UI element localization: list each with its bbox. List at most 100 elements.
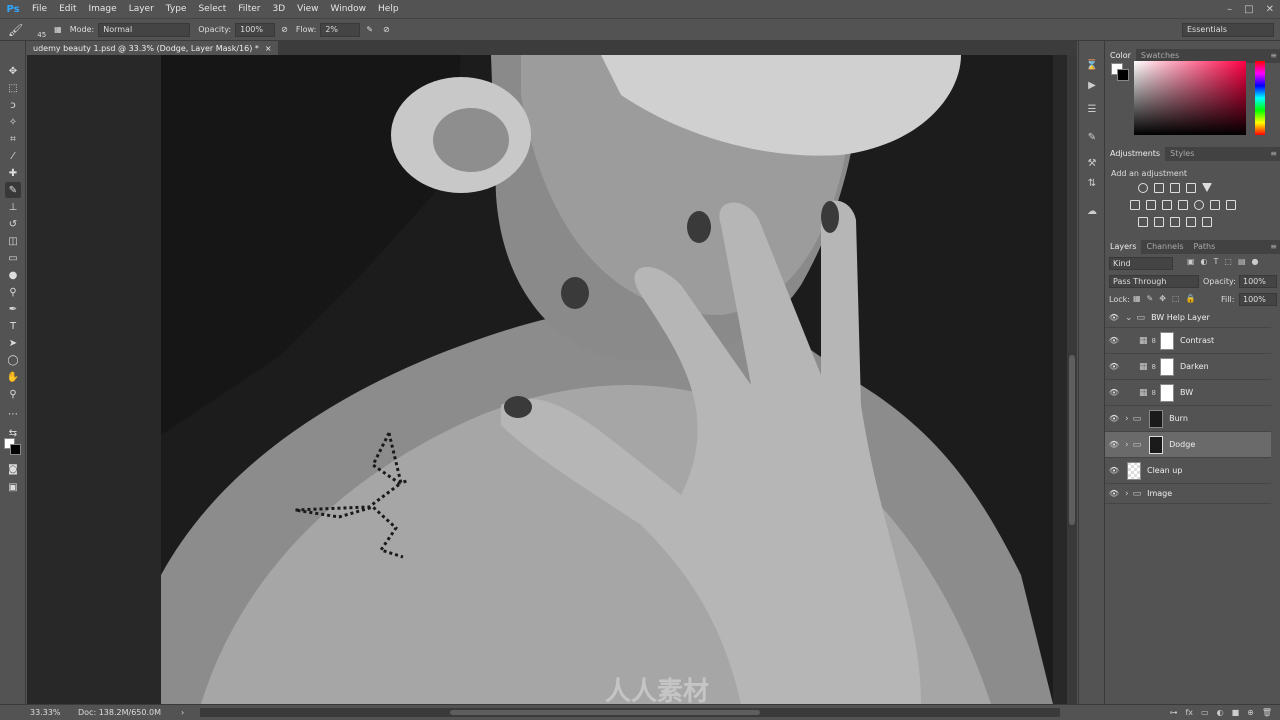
hue-saturation-icon[interactable] (1130, 200, 1140, 210)
menu-image[interactable]: Image (83, 0, 123, 18)
close-button[interactable]: ✕ (1266, 4, 1274, 15)
eraser-tool-icon[interactable]: ◫ (5, 233, 21, 249)
menu-window[interactable]: Window (325, 0, 373, 18)
tab-styles[interactable]: Styles (1165, 147, 1199, 161)
expand-arrow-icon[interactable]: › (1125, 489, 1129, 499)
dodge-tool-icon[interactable]: ⚲ (5, 284, 21, 300)
fill-input[interactable]: 100% (1239, 293, 1277, 306)
menu-view[interactable]: View (291, 0, 324, 18)
layers-panel-menu-icon[interactable]: ≡ (1270, 240, 1277, 254)
horizontal-scroll-thumb[interactable] (450, 710, 760, 715)
color-lookup-icon[interactable] (1210, 200, 1220, 210)
exposure-icon[interactable] (1186, 183, 1196, 193)
tab-paths[interactable]: Paths (1189, 240, 1221, 254)
properties-panel-icon[interactable]: ☰ (1085, 103, 1099, 117)
visibility-eye-icon[interactable]: 👁 (1105, 362, 1123, 371)
layer-opacity-input[interactable]: 100% (1239, 275, 1277, 288)
hand-tool-icon[interactable]: ✋ (5, 369, 21, 385)
flow-input[interactable]: 2% (320, 22, 361, 37)
expand-arrow-icon[interactable]: › (1125, 440, 1129, 450)
brush-preset-picker[interactable]: 🖌 45 (8, 23, 46, 39)
zoom-tool-icon[interactable]: ⚲ (5, 386, 21, 402)
layer-filter-kind[interactable]: Kind (1109, 257, 1173, 270)
color-background-swatch[interactable] (1117, 69, 1129, 81)
tab-layers[interactable]: Layers (1105, 240, 1142, 254)
lock-icons[interactable]: ▦✎✥⬚🔒 (1133, 294, 1201, 303)
layer-mask-thumbnail[interactable] (1159, 357, 1174, 376)
visibility-eye-icon[interactable]: 👁 (1105, 388, 1123, 397)
type-tool-icon[interactable]: T (5, 318, 21, 334)
layer-row[interactable]: 👁 › ▭ Burn (1105, 406, 1271, 432)
gradient-map-icon[interactable] (1202, 217, 1212, 227)
vertical-scroll-thumb[interactable] (1069, 355, 1075, 525)
tab-adjustments[interactable]: Adjustments (1105, 147, 1166, 161)
menu-file[interactable]: File (26, 0, 53, 18)
healing-tool-icon[interactable]: ✚ (5, 165, 21, 181)
close-document-icon[interactable]: × (265, 44, 272, 53)
vibrance-icon[interactable] (1202, 183, 1212, 192)
color-picker-field[interactable] (1134, 61, 1246, 135)
brush-tool-icon[interactable]: ✎ (5, 182, 21, 198)
pen-tool-icon[interactable]: ✒ (5, 301, 21, 317)
delete-layer-icon[interactable]: 🗑 (1262, 708, 1272, 717)
photo-filter-icon[interactable] (1178, 200, 1188, 210)
gradient-map-grid-icon[interactable] (1226, 200, 1236, 210)
marquee-tool-icon[interactable]: ⬚ (5, 80, 21, 96)
brush-settings-icon[interactable]: ✎ (1085, 131, 1099, 145)
visibility-eye-icon[interactable]: 👁 (1105, 336, 1123, 345)
hue-slider[interactable] (1255, 61, 1265, 135)
lasso-tool-icon[interactable]: ↄ (5, 97, 21, 113)
quick-select-tool-icon[interactable]: ✧ (5, 114, 21, 130)
blur-tool-icon[interactable]: ● (5, 267, 21, 283)
channel-mixer-icon[interactable] (1194, 200, 1204, 210)
layer-mask-thumbnail[interactable] (1149, 435, 1164, 454)
layer-row[interactable]: 👁 ▦ 8 BW (1105, 380, 1271, 406)
canvas-area[interactable]: 人人素材 (27, 55, 1077, 704)
background-color-swatch[interactable] (10, 444, 21, 455)
link-layers-icon[interactable]: ⊶ (1169, 708, 1177, 717)
minimize-button[interactable]: – (1227, 4, 1232, 15)
layer-row[interactable]: 👁 ▦ 8 Darken (1105, 354, 1271, 380)
tab-color[interactable]: Color (1105, 49, 1136, 63)
adjustments-panel-menu-icon[interactable]: ≡ (1270, 147, 1277, 161)
menu-edit[interactable]: Edit (53, 0, 82, 18)
new-layer-icon[interactable]: ⊕ (1247, 708, 1254, 717)
document-tab[interactable]: udemy beauty 1.psd @ 33.3% (Dodge, Layer… (27, 41, 278, 55)
color-panel-menu-icon[interactable]: ≡ (1270, 49, 1277, 63)
menu-select[interactable]: Select (192, 0, 232, 18)
menu-layer[interactable]: Layer (123, 0, 160, 18)
tab-channels[interactable]: Channels (1141, 240, 1188, 254)
layer-mask-thumbnail[interactable] (1149, 409, 1164, 428)
vertical-scrollbar[interactable] (1067, 55, 1077, 704)
posterize-icon[interactable] (1154, 217, 1164, 227)
visibility-eye-icon[interactable]: 👁 (1105, 466, 1123, 475)
libraries-panel-icon[interactable]: ☁ (1085, 205, 1099, 219)
menu-type[interactable]: Type (160, 0, 193, 18)
levels-icon[interactable] (1154, 183, 1164, 193)
blend-mode-select[interactable]: Pass Through (1109, 275, 1199, 288)
layer-filter-icons[interactable]: ▣◐T⬚▤● (1187, 257, 1265, 266)
layer-row[interactable]: 👁 ▦ 8 Contrast (1105, 328, 1271, 354)
threshold-icon[interactable] (1170, 217, 1180, 227)
layer-style-icon[interactable]: fx (1185, 708, 1193, 717)
invert-icon[interactable] (1138, 217, 1148, 227)
crop-tool-icon[interactable]: ⌗ (5, 131, 21, 147)
visibility-eye-icon[interactable]: 👁 (1105, 414, 1123, 423)
opacity-input[interactable]: 100% (235, 22, 276, 37)
layer-row[interactable]: 👁 Clean up (1105, 458, 1271, 484)
screen-mode-icon[interactable]: ▣ (5, 479, 21, 495)
ellipse-tool-icon[interactable]: ◯ (5, 352, 21, 368)
actions-panel-icon[interactable]: ▶ (1085, 79, 1099, 93)
path-select-tool-icon[interactable]: ➤ (5, 335, 21, 351)
visibility-eye-icon[interactable]: 👁 (1105, 440, 1123, 449)
adjustments-icon[interactable]: ⇅ (1085, 177, 1099, 191)
tool-presets-icon[interactable]: ⚒ (1085, 157, 1099, 171)
eyedropper-tool-icon[interactable]: ⁄ (5, 148, 21, 164)
more-tools-icon[interactable]: ⋯ (5, 406, 21, 422)
layer-row-selected[interactable]: 👁 › ▭ Dodge (1105, 432, 1271, 458)
expand-arrow-icon[interactable]: › (1125, 414, 1129, 424)
layer-mask-thumbnail[interactable] (1159, 331, 1174, 350)
visibility-eye-icon[interactable]: 👁 (1105, 489, 1123, 498)
pressure-size-icon[interactable]: ⊘ (383, 25, 390, 34)
brightness-contrast-icon[interactable] (1138, 183, 1148, 193)
